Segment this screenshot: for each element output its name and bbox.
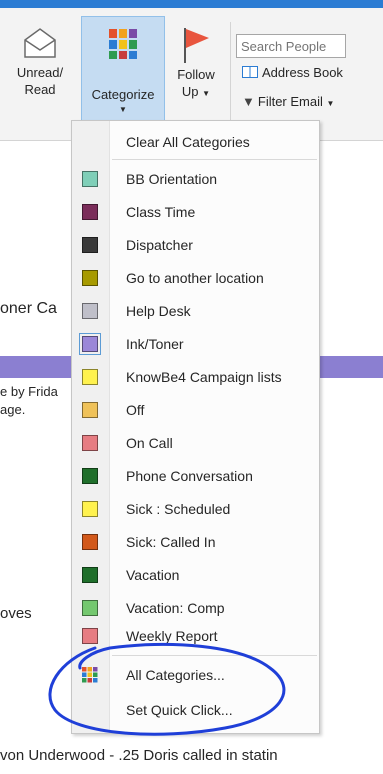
category-color-swatch [82, 566, 98, 583]
filter-email-button[interactable]: ▼ Filter Email ▼ [242, 94, 334, 109]
menu-item-category[interactable]: Weekly Report [72, 619, 319, 652]
menu-item-category-selected[interactable]: Ink/Toner [72, 327, 319, 360]
category-color-swatch [82, 236, 98, 253]
menu-item-category[interactable]: Off [72, 393, 319, 426]
category-color-swatch [82, 533, 98, 550]
category-label: Off [126, 401, 145, 418]
categorize-dropdown-arrow: ▼ [119, 105, 127, 114]
flag-icon [184, 28, 209, 63]
filter-dropdown-arrow: ▼ [326, 99, 335, 108]
category-label: Go to another location [126, 269, 264, 286]
menu-item-category[interactable]: Help Desk [72, 294, 319, 327]
unread-read-label-2: Read [24, 82, 56, 97]
background-text-age: age. [0, 402, 26, 417]
background-text-oner: oner Ca [0, 300, 57, 317]
address-book-button[interactable]: Address Book [242, 65, 343, 80]
all-categories-icon [82, 666, 98, 682]
menu-item-category[interactable]: On Call [72, 426, 319, 459]
category-color-swatch [82, 170, 98, 187]
set-quick-click-label: Set Quick Click... [126, 701, 233, 718]
category-color-swatch [82, 434, 98, 451]
category-label: Sick : Scheduled [126, 500, 231, 517]
categorize-label: Categorize [91, 87, 155, 102]
menu-item-category[interactable]: BB Orientation [72, 162, 319, 195]
ribbon-separator [230, 22, 231, 130]
categorize-icon [109, 29, 137, 59]
category-color-swatch [82, 401, 98, 418]
menu-item-category[interactable]: Phone Conversation [72, 459, 319, 492]
menu-item-set-quick-click[interactable]: Set Quick Click... [72, 693, 319, 726]
menu-item-category[interactable]: Sick : Scheduled [72, 492, 319, 525]
filter-icon: ▼ [242, 94, 255, 109]
category-label: Vacation: Comp [126, 599, 225, 616]
menu-separator [112, 655, 317, 656]
background-text-bottom: von Underwood - .25 Doris called in stat… [0, 747, 278, 764]
category-color-swatch [82, 203, 98, 220]
address-book-icon [242, 66, 258, 78]
menu-item-category[interactable]: Class Time [72, 195, 319, 228]
follow-up-button[interactable]: Follow Up ▼ [166, 26, 226, 102]
filter-email-label: Filter Email [257, 94, 323, 109]
category-color-swatch [82, 500, 98, 517]
category-label: Sick: Called In [126, 533, 216, 550]
search-people-input[interactable] [236, 34, 346, 58]
all-categories-label: All Categories... [126, 666, 225, 683]
category-label: Help Desk [126, 302, 191, 319]
clear-all-label: Clear All Categories [126, 133, 250, 150]
follow-up-label-1: Follow [177, 67, 215, 82]
category-label: Class Time [126, 203, 196, 220]
menu-item-category[interactable]: Go to another location [72, 261, 319, 294]
category-color-swatch [82, 269, 98, 286]
follow-up-text: Up [181, 84, 199, 99]
category-label: BB Orientation [126, 170, 218, 187]
category-label: Weekly Report [126, 627, 218, 644]
envelope-open-icon [24, 28, 56, 58]
menu-item-all-categories[interactable]: All Categories... [72, 658, 319, 691]
unread-read-button[interactable]: Unread/ Read [2, 26, 78, 98]
categorize-menu: Clear All Categories BB Orientation Clas… [71, 120, 320, 734]
menu-item-category[interactable]: Sick: Called In [72, 525, 319, 558]
category-color-swatch [79, 332, 101, 355]
ribbon-top-strip [0, 0, 383, 8]
menu-separator [112, 159, 317, 160]
category-color-swatch [82, 467, 98, 484]
menu-item-clear-all[interactable]: Clear All Categories [72, 125, 319, 158]
category-color-swatch [82, 599, 98, 616]
category-label: On Call [126, 434, 173, 451]
background-text-frida: e by Frida [0, 384, 58, 399]
category-label: Dispatcher [126, 236, 193, 253]
unread-read-label-1: Unread/ [16, 65, 64, 80]
menu-item-category[interactable]: Dispatcher [72, 228, 319, 261]
category-label: Ink/Toner [126, 335, 184, 352]
menu-item-category[interactable]: Vacation [72, 558, 319, 591]
category-label: KnowBe4 Campaign lists [126, 368, 282, 385]
category-color-swatch [82, 627, 98, 644]
background-text-oves: oves [0, 605, 32, 622]
category-color-swatch [82, 368, 98, 385]
follow-up-label-2: Up ▼ [181, 84, 211, 99]
categorize-button[interactable]: Categorize ▼ [81, 16, 165, 136]
menu-item-category[interactable]: KnowBe4 Campaign lists [72, 360, 319, 393]
category-color-swatch [82, 302, 98, 319]
address-book-label: Address Book [262, 65, 343, 80]
category-label: Vacation [126, 566, 180, 583]
category-label: Phone Conversation [126, 467, 253, 484]
